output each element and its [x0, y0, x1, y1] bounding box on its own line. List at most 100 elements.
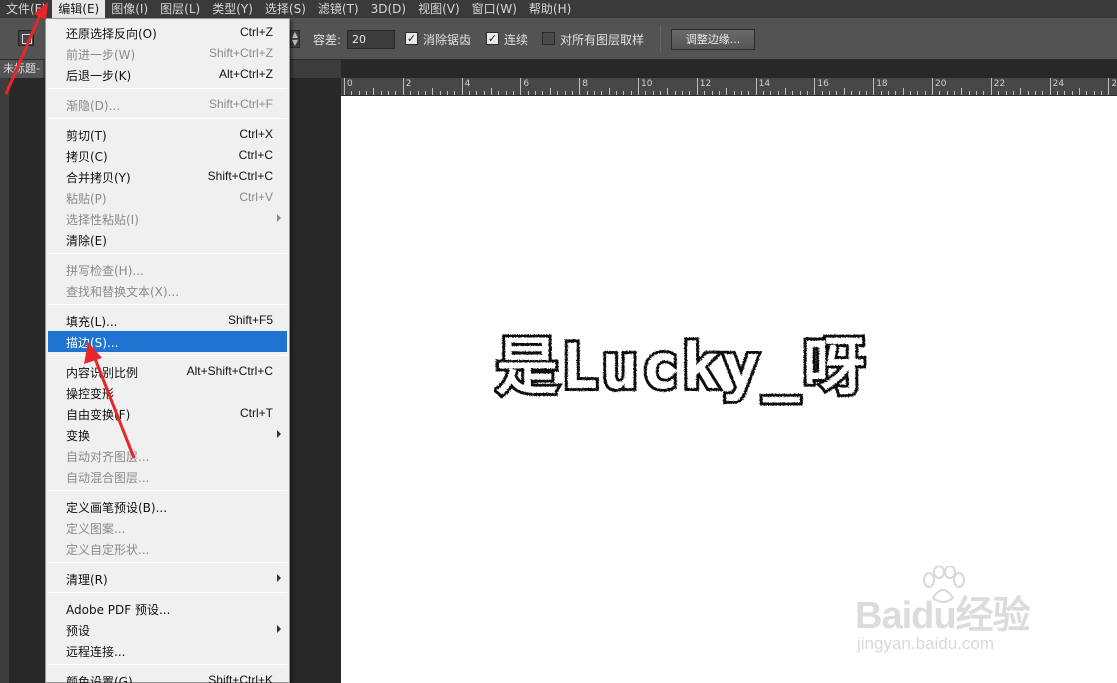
menu-file[interactable]: 文件(F) — [0, 0, 52, 18]
ruler-minor-tick — [865, 91, 867, 95]
menu-filter[interactable]: 滤镜(T) — [312, 0, 365, 18]
menu-item-pdf-presets[interactable]: Adobe PDF 预设... — [48, 598, 287, 619]
refine-edge-button[interactable]: 调整边缘... — [671, 29, 755, 50]
ruler-minor-tick — [748, 91, 750, 95]
spinner-icon[interactable]: ▲ ▼ — [290, 30, 300, 48]
ruler-minor-tick — [652, 91, 654, 95]
ruler-minor-tick — [777, 91, 779, 95]
ruler-minor-tick — [946, 91, 948, 95]
ruler-minor-tick — [380, 91, 382, 95]
menu-item-paste[interactable]: 粘贴(P) Ctrl+V — [48, 187, 287, 208]
menu-edit[interactable]: 编辑(E) — [52, 0, 106, 18]
menu-3d[interactable]: 3D(D) — [365, 0, 412, 18]
ruler-minor-tick — [623, 91, 625, 95]
menu-item-spell-check[interactable]: 拼写检查(H)... — [48, 259, 287, 280]
ruler-minor-tick — [1101, 91, 1103, 95]
menu-item-define-pattern[interactable]: 定义图案... — [48, 517, 287, 538]
ruler-minor-tick — [373, 88, 375, 95]
ruler-minor-tick — [939, 91, 941, 95]
menu-image[interactable]: 图像(I) — [105, 0, 154, 18]
tolerance-label: 容差: — [313, 33, 342, 47]
watermark-url: jingyan.baidu.com — [857, 634, 995, 653]
tolerance-input[interactable]: 20 — [347, 30, 395, 49]
ruler-minor-tick — [483, 91, 485, 95]
canvas-text: 是Lucky_呀 — [496, 330, 868, 403]
ruler-label: 20 — [935, 79, 947, 89]
ruler-major-tick — [932, 78, 933, 95]
menu-item-step-forward[interactable]: 前进一步(W) Shift+Ctrl+Z — [48, 43, 287, 64]
contiguous-checkbox[interactable]: ✓ — [486, 32, 499, 45]
ruler-label: 8 — [582, 79, 588, 89]
ruler-minor-tick — [630, 91, 632, 95]
submenu-arrow-icon — [277, 430, 281, 438]
ruler-minor-tick — [674, 91, 676, 95]
menu-item-puppet-warp[interactable]: 操控变形 — [48, 382, 287, 403]
ruler-minor-tick — [1093, 91, 1095, 95]
menu-item-copy-merged[interactable]: 合并拷贝(Y) Shift+Ctrl+C — [48, 166, 287, 187]
menu-item-color-settings[interactable]: 颜色设置(G)... Shift+Ctrl+K — [48, 670, 287, 683]
menu-view[interactable]: 视图(V) — [412, 0, 466, 18]
menu-item-auto-blend[interactable]: 自动混合图层... — [48, 466, 287, 487]
menu-item-stroke[interactable]: 描边(S)... — [48, 331, 287, 352]
menu-item-find-replace[interactable]: 查找和替换文本(X)... — [48, 280, 287, 301]
menu-item-fade[interactable]: 渐隐(D)... Shift+Ctrl+F — [48, 94, 287, 115]
menu-separator — [48, 562, 287, 563]
ruler-minor-tick — [615, 91, 617, 95]
ruler-minor-tick — [785, 88, 786, 95]
ruler-minor-tick — [571, 91, 573, 95]
ruler-minor-tick — [505, 91, 507, 95]
watermark-logo: Baidu经验 — [855, 595, 1031, 637]
ruler-minor-tick — [535, 91, 537, 95]
ruler-minor-tick — [476, 91, 478, 95]
ruler-minor-tick — [358, 91, 360, 95]
menu-item-undo[interactable]: 还原选择反向(O) Ctrl+Z — [48, 22, 287, 43]
menu-item-copy[interactable]: 拷贝(C) Ctrl+C — [48, 145, 287, 166]
ruler-minor-tick — [1056, 91, 1058, 95]
menu-item-cut[interactable]: 剪切(T) Ctrl+X — [48, 124, 287, 145]
menu-item-purge[interactable]: 清理(R) — [48, 568, 287, 589]
ruler-minor-tick — [954, 91, 956, 95]
ruler-minor-tick — [593, 91, 595, 95]
ruler-minor-tick — [1071, 91, 1073, 95]
ruler-label: 10 — [641, 79, 653, 89]
menu-item-step-backward[interactable]: 后退一步(K) Alt+Ctrl+Z — [48, 64, 287, 85]
ruler-minor-tick — [351, 91, 353, 95]
menu-item-presets[interactable]: 预设 — [48, 619, 287, 640]
ruler-minor-tick — [410, 91, 412, 95]
menu-type[interactable]: 类型(Y) — [206, 0, 259, 18]
ruler-minor-tick — [564, 91, 566, 95]
menu-item-remote-connections[interactable]: 远程连接... — [48, 640, 287, 661]
ruler-minor-tick — [645, 91, 647, 95]
menu-item-paste-special[interactable]: 选择性粘贴(I) — [48, 208, 287, 229]
menu-separator — [48, 88, 287, 89]
canvas-text-layer[interactable]: 是Lucky_呀 — [493, 326, 1004, 409]
new-selection-icon[interactable] — [18, 30, 34, 46]
menu-separator — [48, 304, 287, 305]
document-tab[interactable]: 未标题- — [0, 60, 43, 78]
menu-item-fill[interactable]: 填充(L)... Shift+F5 — [48, 310, 287, 331]
menu-item-free-transform[interactable]: 自由变换(F) Ctrl+T — [48, 403, 287, 424]
menu-select[interactable]: 选择(S) — [259, 0, 312, 18]
menu-item-transform[interactable]: 变换 — [48, 424, 287, 445]
menu-item-define-shape[interactable]: 定义自定形状... — [48, 538, 287, 559]
ruler-major-tick — [461, 78, 463, 95]
menu-item-auto-align[interactable]: 自动对齐图层... — [48, 445, 287, 466]
menu-item-content-aware-scale[interactable]: 内容识别比例 Alt+Shift+Ctrl+C — [48, 361, 287, 382]
antialias-checkbox[interactable]: ✓ — [405, 32, 418, 45]
menu-window[interactable]: 窗口(W) — [466, 0, 523, 18]
ruler-minor-tick — [549, 88, 551, 95]
ruler-minor-tick — [726, 88, 728, 95]
ruler-minor-tick — [388, 91, 390, 95]
ruler-label: 22 — [993, 79, 1006, 89]
ruler-major-tick — [1049, 78, 1051, 95]
ruler-minor-tick — [1079, 88, 1080, 95]
ruler-major-tick — [520, 78, 522, 95]
ruler-minor-tick — [799, 91, 801, 95]
menu-item-clear[interactable]: 清除(E) — [48, 229, 287, 250]
menu-help[interactable]: 帮助(H) — [523, 0, 577, 18]
ruler-label: 14 — [758, 79, 771, 89]
sample-all-layers-checkbox[interactable] — [542, 32, 555, 45]
menu-item-define-brush[interactable]: 定义画笔预设(B)... — [48, 496, 287, 517]
options-divider — [660, 26, 661, 52]
menu-layer[interactable]: 图层(L) — [154, 0, 206, 18]
